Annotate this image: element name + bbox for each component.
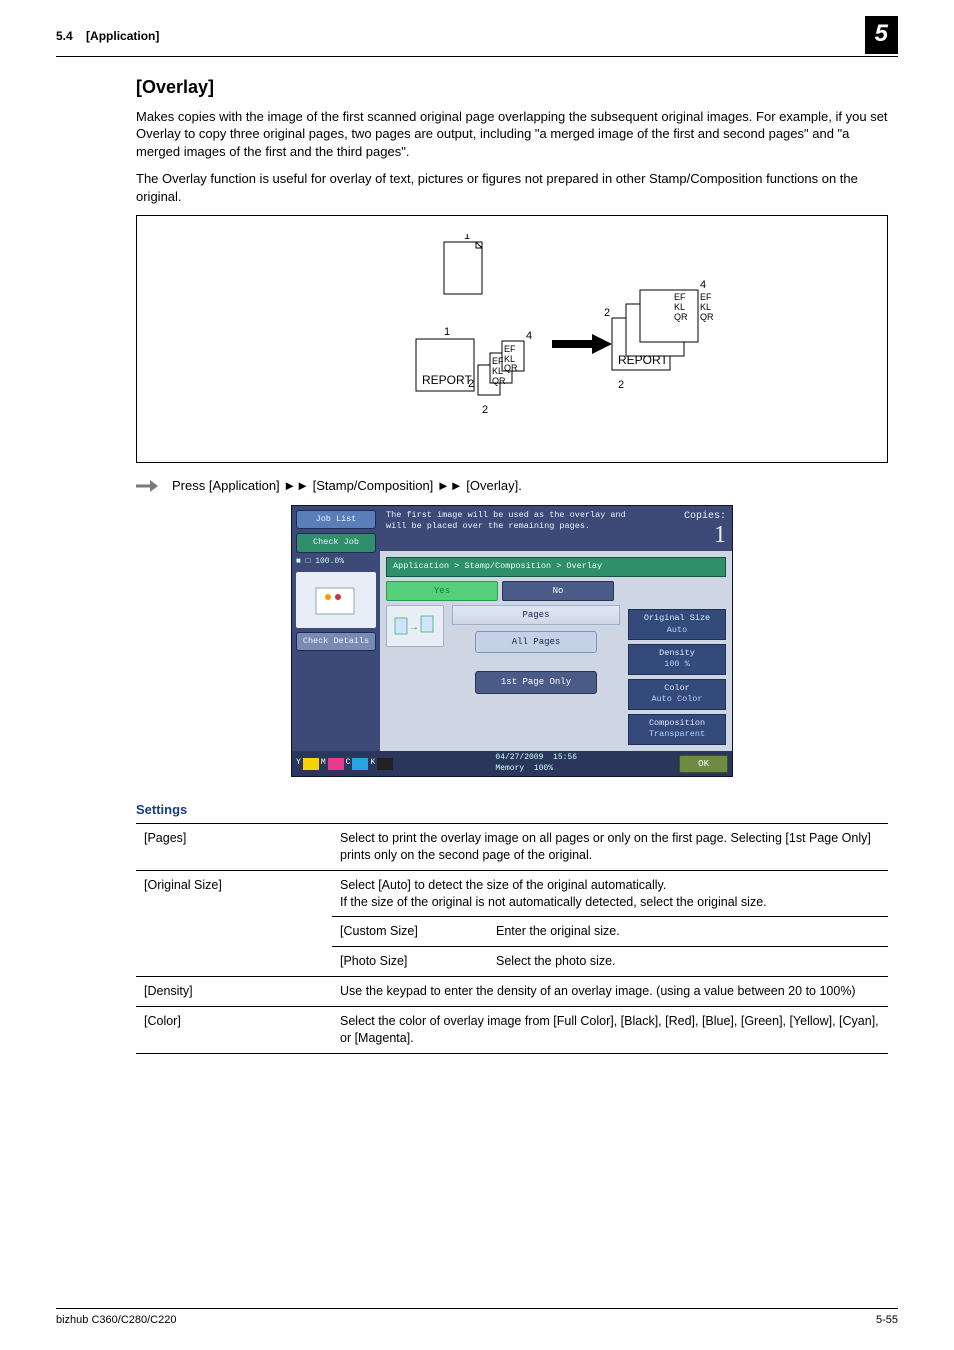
table-row: [Original Size]Select [Auto] to detect t… <box>136 870 888 917</box>
overlay-desc-1: Makes copies with the image of the first… <box>136 108 888 161</box>
svg-text:→: → <box>411 623 417 634</box>
original-size-panel[interactable]: Original SizeAuto <box>628 609 726 640</box>
table-row: [Pages]Select to print the overlay image… <box>136 823 888 870</box>
overlay-message: The first image will be used as the over… <box>386 510 626 533</box>
svg-text:2: 2 <box>604 307 610 319</box>
svg-text:2: 2 <box>482 404 488 416</box>
step-instruction: Press [Application] ►► [Stamp/Compositio… <box>172 477 522 495</box>
svg-text:KL: KL <box>492 366 503 376</box>
svg-text:KL: KL <box>674 302 685 312</box>
overlay-mode-icon: → <box>386 605 444 647</box>
svg-text:EF: EF <box>504 344 516 354</box>
job-list-button[interactable]: Job List <box>296 510 376 529</box>
svg-text:QR: QR <box>674 312 688 322</box>
ok-button[interactable]: OK <box>679 755 728 773</box>
step-arrow-icon <box>136 479 158 493</box>
process-arrow-icon <box>552 334 612 354</box>
section-number: 5.4 <box>56 29 73 43</box>
table-row: [Density]Use the keypad to enter the den… <box>136 977 888 1007</box>
svg-text:EF: EF <box>700 292 712 302</box>
svg-text:REPORT: REPORT <box>618 353 668 367</box>
density-panel[interactable]: Density100 % <box>628 644 726 675</box>
svg-text:EF: EF <box>674 292 686 302</box>
check-details-button[interactable]: Check Details <box>296 632 376 651</box>
overlay-desc-2: The Overlay function is useful for overl… <box>136 170 888 205</box>
svg-text:REPORT: REPORT <box>422 373 472 387</box>
all-pages-button[interactable]: All Pages <box>475 631 597 653</box>
tab-yes[interactable]: Yes <box>386 581 498 601</box>
first-page-only-button[interactable]: 1st Page Only <box>475 671 597 693</box>
svg-text:2: 2 <box>468 378 474 390</box>
svg-text:QR: QR <box>700 312 714 322</box>
copies-value: 1 <box>684 523 726 547</box>
svg-text:1: 1 <box>464 234 470 242</box>
settings-heading: Settings <box>136 801 888 819</box>
pages-header: Pages <box>452 605 620 625</box>
overlay-heading: [Overlay] <box>136 75 888 99</box>
overlay-diagram: 1 1 REPORT 2 3 4 EF KL QR <box>136 215 888 463</box>
ui-screenshot: Job List Check Job ■ □ 100.0% Check Deta… <box>291 505 733 777</box>
svg-text:EF: EF <box>492 356 504 366</box>
tab-no[interactable]: No <box>502 581 614 601</box>
svg-text:1: 1 <box>444 326 450 338</box>
color-panel[interactable]: ColorAuto Color <box>628 679 726 710</box>
svg-text:2: 2 <box>618 379 624 391</box>
svg-text:4: 4 <box>700 279 706 291</box>
copies-label: Copies: <box>684 511 726 522</box>
svg-text:4: 4 <box>526 330 532 342</box>
section-label: [Application] <box>86 29 159 43</box>
preview-thumbnail <box>296 572 376 628</box>
table-row: [Color]Select the color of overlay image… <box>136 1007 888 1054</box>
chapter-badge: 5 <box>865 16 898 54</box>
status-datetime: 04/27/2009 15:56 Memory 100% <box>495 753 577 775</box>
footer-page: 5-55 <box>876 1313 898 1328</box>
footer-model: bizhub C360/C280/C220 <box>56 1313 176 1328</box>
settings-table: [Pages]Select to print the overlay image… <box>136 823 888 1054</box>
svg-text:KL: KL <box>700 302 711 312</box>
breadcrumb: Application > Stamp/Composition > Overla… <box>386 557 726 576</box>
check-job-button[interactable]: Check Job <box>296 533 376 552</box>
svg-text:QR: QR <box>504 363 518 373</box>
composition-panel[interactable]: CompositionTransparent <box>628 714 726 745</box>
toner-levels: Y M C K <box>296 758 393 770</box>
svg-text:QR: QR <box>492 376 506 386</box>
